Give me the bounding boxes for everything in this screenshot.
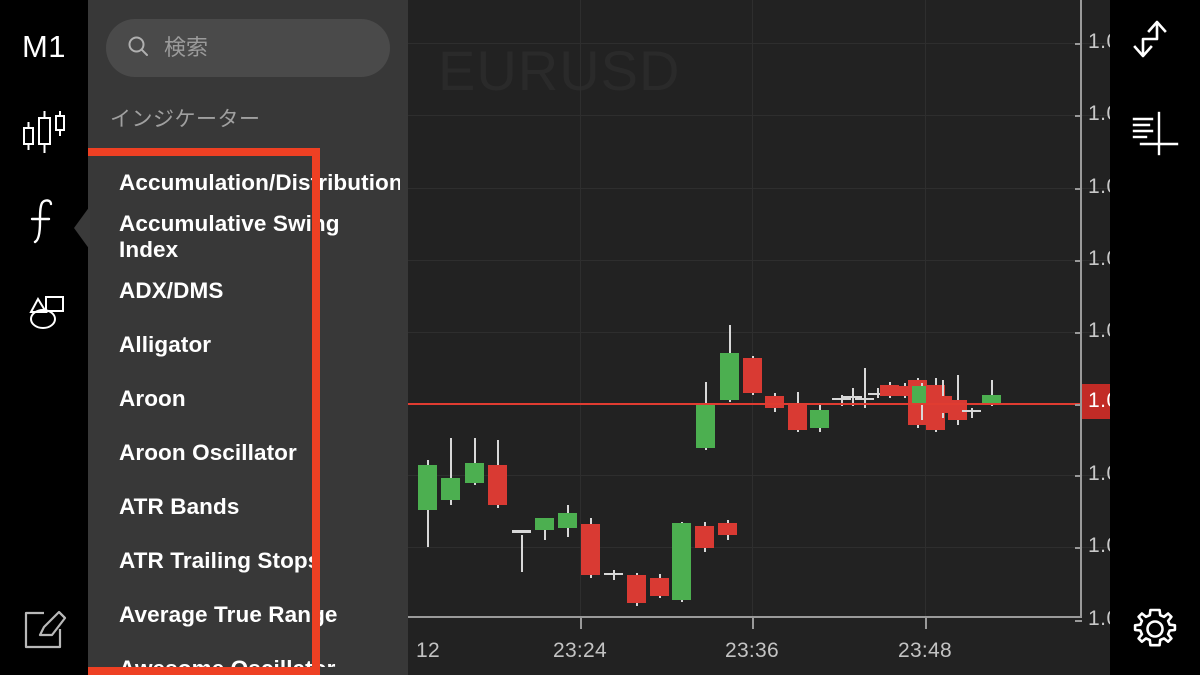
- settings-button[interactable]: [1110, 600, 1200, 662]
- shapes-icon: [16, 288, 72, 343]
- candle-body: [627, 575, 646, 603]
- indicator-list-item[interactable]: Accumulation/Distribution: [104, 156, 400, 210]
- price-axis-tick: [1075, 620, 1082, 622]
- indicator-list-item[interactable]: ADX/DMS: [104, 264, 400, 318]
- candlestick: [535, 0, 554, 617]
- candlestick: [788, 0, 807, 617]
- candle-body: [650, 578, 669, 596]
- candlestick: [581, 0, 600, 617]
- chart-type-button[interactable]: [0, 104, 88, 166]
- candle-body: [696, 403, 715, 448]
- search-icon: [126, 34, 150, 63]
- time-axis-tick: [925, 618, 927, 629]
- time-axis-line: [408, 616, 1082, 618]
- function-icon: [19, 194, 69, 255]
- crosshair-lines-icon: [1127, 106, 1183, 167]
- candlestick: [441, 0, 460, 617]
- time-axis-tick: [580, 618, 582, 629]
- candlestick: [558, 0, 577, 617]
- price-chart[interactable]: EURUSD 1.01.01.01.01.01.01.01.01.01.0 12…: [408, 0, 1200, 675]
- price-axis-tick: [1075, 547, 1082, 549]
- search-box[interactable]: [106, 19, 452, 77]
- gear-icon: [1131, 605, 1179, 658]
- candle-body: [810, 410, 829, 428]
- price-axis-tick: [1075, 260, 1082, 262]
- candlestick: [418, 0, 437, 617]
- candle-body: [418, 465, 437, 510]
- timeframe-label: M1: [21, 29, 67, 64]
- candle-body: [765, 396, 784, 408]
- candle-body: [581, 524, 600, 575]
- candle-body: [604, 573, 623, 575]
- indicator-list-item[interactable]: Accumulative Swing Index: [104, 210, 400, 264]
- indicator-list-item[interactable]: ATR Bands: [104, 480, 400, 534]
- candle-body: [788, 403, 807, 430]
- timeframe-button[interactable]: M1: [0, 22, 88, 72]
- price-axis-line: [1080, 0, 1082, 617]
- candlestick-icon: [16, 105, 72, 166]
- indicator-list-item[interactable]: Awesome Oscillator: [104, 642, 400, 667]
- candle-body: [488, 465, 507, 505]
- candlestick: [604, 0, 623, 617]
- candle-body: [962, 410, 981, 412]
- panel-pointer-arrow: [74, 206, 90, 250]
- price-axis-tick: [1075, 188, 1082, 190]
- price-axis-tick: [1075, 404, 1082, 406]
- candlestick: [696, 0, 715, 617]
- drawing-tools-button[interactable]: [0, 284, 88, 346]
- edit-button[interactable]: [0, 600, 88, 662]
- indicator-section-title: インジケーター: [110, 108, 261, 131]
- candlestick: [982, 0, 1001, 617]
- arrows-up-down-icon: [1127, 11, 1183, 72]
- candlestick: [765, 0, 784, 617]
- candlestick: [488, 0, 507, 617]
- price-axis-tick: [1075, 475, 1082, 477]
- candlestick: [512, 0, 531, 617]
- indicator-list-item[interactable]: Aroon Oscillator: [104, 426, 400, 480]
- indicator-list-item[interactable]: Average True Range: [104, 588, 400, 642]
- time-axis-label: 12: [416, 639, 440, 662]
- indicator-list-item[interactable]: Aroon: [104, 372, 400, 426]
- indicator-list[interactable]: Accumulation/Distribution Accumulative Sw…: [104, 156, 400, 667]
- candlestick: [672, 0, 691, 617]
- price-axis-tick: [1075, 332, 1082, 334]
- time-axis-tick: [752, 618, 754, 629]
- candle-wick: [863, 368, 866, 408]
- price-axis-tick: [1075, 43, 1082, 45]
- candlestick: [650, 0, 669, 617]
- candlestick: [627, 0, 646, 617]
- candlestick: [743, 0, 762, 617]
- candle-body: [743, 358, 762, 393]
- time-axis-label: 23:24: [552, 639, 608, 662]
- search-input[interactable]: [164, 35, 452, 61]
- alerts-button[interactable]: [1110, 106, 1200, 166]
- candle-body: [558, 513, 577, 528]
- candlestick: [720, 0, 739, 617]
- time-axis-label: 23:48: [897, 639, 953, 662]
- candle-body: [982, 395, 1001, 403]
- trade-button[interactable]: [1110, 10, 1200, 72]
- candle-body: [512, 530, 531, 533]
- candle-body: [535, 518, 554, 530]
- indicator-list-item[interactable]: Alligator: [104, 318, 400, 372]
- candlestick: [810, 0, 829, 617]
- candle-body: [720, 353, 739, 400]
- price-axis-tick: [1075, 115, 1082, 117]
- right-toolbar: [1110, 0, 1200, 675]
- candle-wick: [612, 570, 615, 580]
- trading-app-screen: EURUSD 1.01.01.01.01.01.01.01.01.01.0 12…: [0, 0, 1200, 675]
- candle-body: [441, 478, 460, 500]
- candle-body: [672, 523, 691, 600]
- left-toolbar: M1: [0, 0, 88, 675]
- candlestick: [465, 0, 484, 617]
- candle-wick: [520, 535, 523, 572]
- indicator-list-item[interactable]: ATR Trailing Stops: [104, 534, 400, 588]
- candlestick: [962, 0, 981, 617]
- candle-body: [465, 463, 484, 483]
- indicator-panel: インジケーター Accumulation/DistributionAccumul…: [88, 0, 452, 675]
- pencil-square-icon: [18, 603, 70, 660]
- time-axis-label: 23:36: [724, 639, 780, 662]
